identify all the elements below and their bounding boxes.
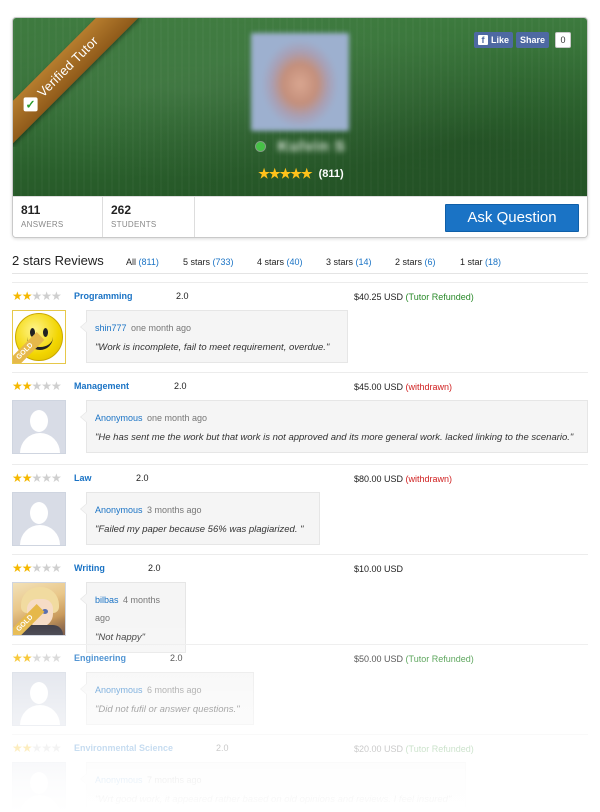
review-subject-link[interactable]: Engineering <box>74 653 126 663</box>
verified-check-icon: ✓ <box>23 97 38 112</box>
rating-count: (811) <box>318 168 344 180</box>
review-score: 2.0 <box>170 653 183 663</box>
review-price: $45.00 USD (withdrawn) <box>354 382 453 392</box>
review-score: 2.0 <box>216 743 229 753</box>
review-status: (withdrawn) <box>405 474 453 484</box>
divider <box>12 644 588 645</box>
review-comment: bilbas 4 months ago "Not happy" <box>80 582 186 653</box>
review-subject-link[interactable]: Management <box>74 381 129 391</box>
reviewer-name: Anonymous <box>95 775 143 785</box>
review-stars-icon: ★★★★★ <box>12 741 62 755</box>
ask-question-button[interactable]: Ask Question <box>445 204 579 232</box>
review-score: 2.0 <box>174 381 187 391</box>
facebook-share-button[interactable]: Share <box>515 32 549 48</box>
divider <box>12 282 588 283</box>
review-text: "Did not fufil or answer questions." <box>95 704 240 715</box>
review-stars-icon: ★★★★★ <box>12 561 62 575</box>
review-text: "Not happy" <box>95 632 146 643</box>
review-time: 7 months ago <box>146 775 202 785</box>
share-count: 0 <box>555 32 571 48</box>
review-price: $20.00 USD (Tutor Refunded) <box>354 744 474 754</box>
social-buttons: f Like Share 0 <box>473 32 571 48</box>
tutor-profile-card: ✓ Verified Tutor f Like Share 0 Kulvin S… <box>12 17 588 238</box>
facebook-like-button[interactable]: f Like <box>473 32 513 48</box>
review-item: ★★★★★ Writing 2.0 $10.00 USD GOLD bilbas… <box>12 561 588 653</box>
review-comment: shin777 one month ago "Work is incomplet… <box>80 310 348 363</box>
facebook-icon: f <box>477 35 488 45</box>
review-price: $80.00 USD (withdrawn) <box>354 474 453 484</box>
review-price: $50.00 USD (Tutor Refunded) <box>354 654 474 664</box>
review-comment: Anonymous 7 months ago "Wrt good work, i… <box>80 762 466 812</box>
anonymous-avatar <box>12 400 66 454</box>
review-time: 6 months ago <box>146 685 202 695</box>
review-time: one month ago <box>146 413 208 423</box>
review-score: 2.0 <box>136 473 149 483</box>
reviewer-name: Anonymous <box>95 505 143 515</box>
review-stars-icon: ★★★★★ <box>12 289 62 303</box>
stat-students: 262 STUDENTS <box>103 197 195 237</box>
anonymous-avatar <box>12 492 66 546</box>
review-item: ★★★★★ Engineering 2.0 $50.00 USD (Tutor … <box>12 652 588 734</box>
review-filter-bar: 2 stars Reviews All (811) 5 stars (733) … <box>12 252 588 274</box>
filter-tab-3-stars[interactable]: 3 stars (14) <box>326 257 372 267</box>
reviewer-name[interactable]: shin777 <box>95 323 127 333</box>
review-status: (withdrawn) <box>405 382 453 392</box>
tutor-avatar <box>251 33 349 131</box>
review-time: one month ago <box>130 323 192 333</box>
filter-tab-all[interactable]: All (811) <box>126 257 159 267</box>
review-text: "Failed my paper because 56% was plagiar… <box>95 524 304 535</box>
divider <box>12 554 588 555</box>
review-score: 2.0 <box>176 291 189 301</box>
verified-label: Verified Tutor <box>34 33 102 100</box>
review-stars-icon: ★★★★★ <box>12 379 62 393</box>
review-time: 3 months ago <box>146 505 202 515</box>
reviewer-name[interactable]: bilbas <box>95 595 119 605</box>
review-text: "Work is incomplete, fail to meet requir… <box>95 342 330 353</box>
review-subject-link[interactable]: Programming <box>74 291 133 301</box>
review-stars-icon: ★★★★★ <box>12 651 62 665</box>
tutor-stats-bar: 811 ANSWERS 262 STUDENTS Ask Question <box>13 196 587 237</box>
star-rating-icon: ★★★★★ <box>258 166 312 181</box>
filter-tab-5-stars[interactable]: 5 stars (733) <box>183 257 234 267</box>
anonymous-avatar <box>12 672 66 726</box>
review-stars-icon: ★★★★★ <box>12 471 62 485</box>
divider <box>12 372 588 373</box>
filter-tab-2-stars[interactable]: 2 stars (6) <box>395 257 436 267</box>
review-item: ★★★★★ Programming 2.0 $40.25 USD (Tutor … <box>12 290 588 372</box>
divider <box>12 734 588 735</box>
filter-tab-4-stars[interactable]: 4 stars (40) <box>257 257 303 267</box>
online-status-icon <box>256 142 266 152</box>
review-comment: Anonymous 3 months ago "Failed my paper … <box>80 492 320 545</box>
reviewer-name: Anonymous <box>95 413 143 423</box>
review-score: 2.0 <box>148 563 161 573</box>
filter-tab-1-star[interactable]: 1 star (18) <box>460 257 501 267</box>
tutor-rating: ★★★★★ (811) <box>13 166 587 182</box>
review-price: $10.00 USD <box>354 564 404 574</box>
reviewer-avatar[interactable]: GOLD <box>12 310 66 364</box>
review-status: (Tutor Refunded) <box>405 744 474 754</box>
stat-answers: 811 ANSWERS <box>13 197 103 237</box>
review-subject-link[interactable]: Law <box>74 473 92 483</box>
reviewer-avatar[interactable]: GOLD <box>12 582 66 636</box>
reviewer-name: Anonymous <box>95 685 143 695</box>
verified-ribbon: ✓ Verified Tutor <box>13 18 142 147</box>
review-item: ★★★★★ Law 2.0 $80.00 USD (withdrawn) Ano… <box>12 472 588 554</box>
review-comment: Anonymous 6 months ago "Did not fufil or… <box>80 672 254 725</box>
anonymous-avatar <box>12 762 66 812</box>
review-text: "He has sent me the work but that work i… <box>95 432 574 443</box>
divider <box>12 464 588 465</box>
review-item: ★★★★★ Environmental Science 2.0 $20.00 U… <box>12 742 588 812</box>
section-title: 2 stars Reviews <box>12 253 104 268</box>
review-item: ★★★★★ Management 2.0 $45.00 USD (withdra… <box>12 380 588 470</box>
review-text: "Wrt good work, it appeared rather based… <box>95 794 452 805</box>
profile-hero-banner: ✓ Verified Tutor f Like Share 0 Kulvin S… <box>13 18 587 196</box>
review-status: (Tutor Refunded) <box>405 654 474 664</box>
tutor-name[interactable]: Kulvin S <box>278 138 346 155</box>
review-comment: Anonymous one month ago "He has sent me … <box>80 400 588 453</box>
review-price: $40.25 USD (Tutor Refunded) <box>354 292 474 302</box>
review-subject-link[interactable]: Environmental Science <box>74 743 173 753</box>
review-status: (Tutor Refunded) <box>405 292 474 302</box>
review-subject-link[interactable]: Writing <box>74 563 105 573</box>
